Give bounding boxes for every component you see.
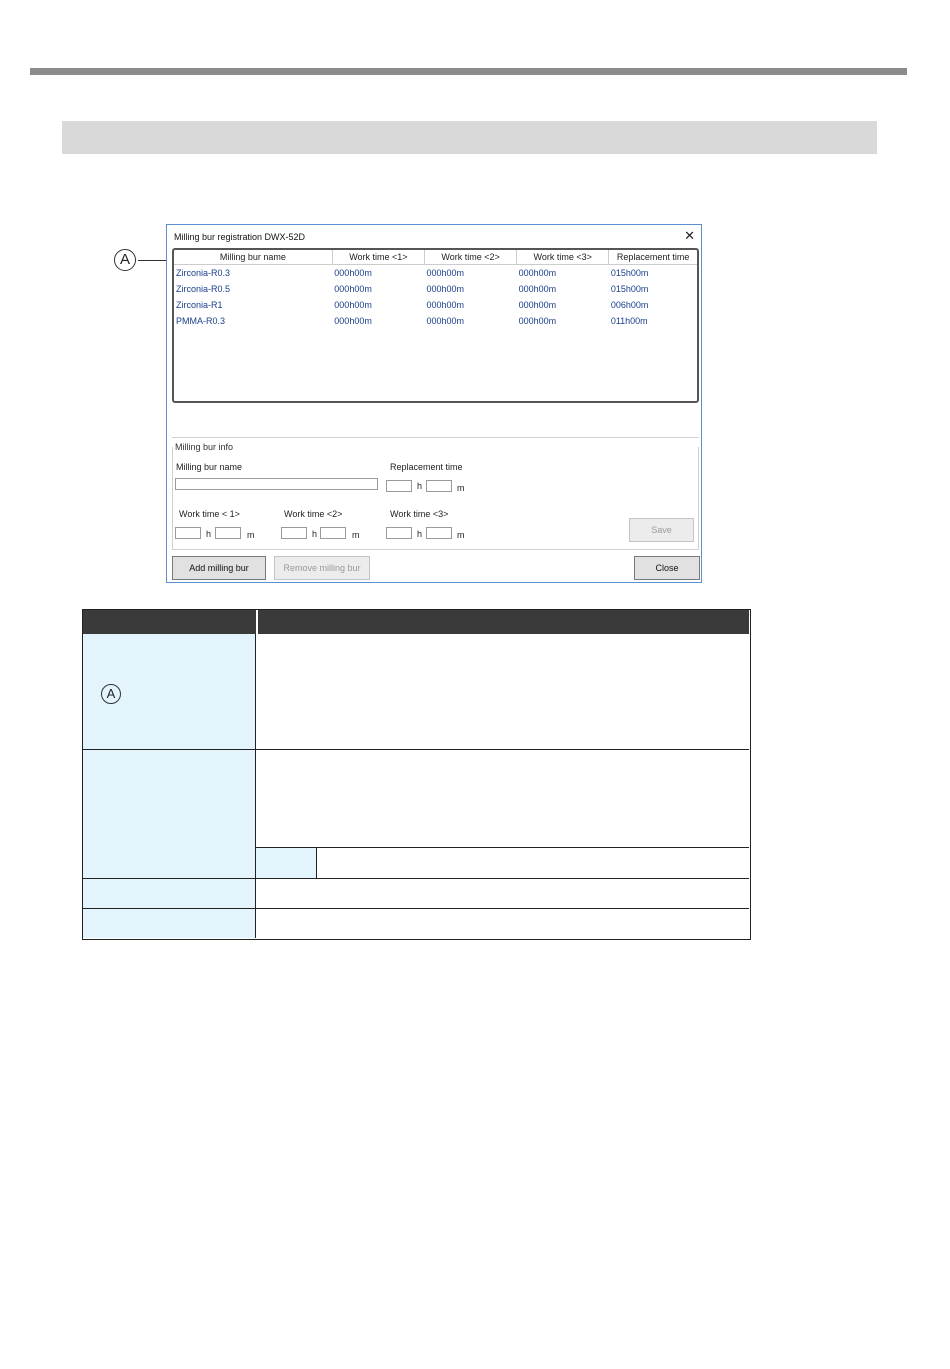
work1-hours-input[interactable] <box>175 527 201 539</box>
callout-a: A <box>114 249 136 271</box>
table-sublabel-cell <box>256 848 317 879</box>
table-label-cell <box>83 879 256 909</box>
list-header-row: Milling bur name Work time <1> Work time… <box>174 250 697 265</box>
work-time-3-label: Work time <3> <box>390 509 449 519</box>
description-table: A <box>82 609 751 940</box>
close-icon[interactable]: ✕ <box>684 228 695 244</box>
bur-name: Zirconia-R0.3 <box>176 268 231 278</box>
bur-name: PMMA-R0.3 <box>176 316 226 326</box>
table-label-cell <box>83 909 256 938</box>
minutes-unit: m <box>457 483 465 493</box>
work1-minutes-input[interactable] <box>215 527 241 539</box>
work-time-3: 000h00m <box>518 284 557 294</box>
bur-table: Milling bur name Work time <1> Work time… <box>174 250 697 329</box>
milling-bur-registration-dialog: Milling bur registration DWX-52D ✕ Milli… <box>166 224 702 583</box>
bur-name: Zirconia-R1 <box>176 300 223 310</box>
work2-hours-input[interactable] <box>281 527 307 539</box>
hours-unit: h <box>312 529 318 539</box>
replacement-time: 015h00m <box>610 268 649 278</box>
milling-bur-list[interactable]: Milling bur name Work time <1> Work time… <box>172 248 699 403</box>
list-item[interactable]: Zirconia-R0.5 000h00m 000h00m 000h00m 01… <box>174 281 697 297</box>
minutes-unit: m <box>352 530 360 540</box>
info-section-title: Milling bur info <box>175 442 234 452</box>
replacement-time: 015h00m <box>610 284 649 294</box>
work-time-1: 000h00m <box>334 316 372 326</box>
bur-name-input[interactable] <box>175 478 378 490</box>
work-time-2-label: Work time <2> <box>284 509 343 519</box>
replacement-hours-input[interactable] <box>386 480 412 492</box>
work-time-3: 000h00m <box>518 316 557 326</box>
hours-unit: h <box>417 529 423 539</box>
hours-unit: h <box>417 481 423 491</box>
work-time-3: 000h00m <box>518 300 557 310</box>
work-time-1: 000h00m <box>334 300 372 310</box>
table-description-cell <box>256 879 749 909</box>
list-item[interactable]: PMMA-R0.3 000h00m 000h00m 000h00m 011h00… <box>174 313 697 329</box>
top-rule <box>30 68 907 75</box>
section-heading-bar <box>62 121 877 154</box>
dialog-title: Milling bur registration DWX-52D <box>174 232 306 242</box>
work2-minutes-input[interactable] <box>320 527 346 539</box>
list-item[interactable]: Zirconia-R1 000h00m 000h00m 000h00m 006h… <box>174 297 697 313</box>
replacement-time-label: Replacement time <box>390 462 463 472</box>
work3-hours-input[interactable] <box>386 527 412 539</box>
work-time-2: 000h00m <box>426 300 464 310</box>
add-milling-bur-button[interactable]: Add milling bur <box>172 556 266 580</box>
table-label-cell <box>83 750 256 879</box>
minutes-unit: m <box>457 530 465 540</box>
column-header-replacement[interactable]: Replacement time <box>608 250 697 265</box>
column-header-work1[interactable]: Work time <1> <box>332 250 425 265</box>
replacement-time: 006h00m <box>610 300 649 310</box>
table-description-cell <box>317 848 749 879</box>
save-button[interactable]: Save <box>629 518 694 542</box>
callout-a: A <box>101 684 121 704</box>
table-header-row <box>83 610 749 634</box>
table-description-cell <box>256 634 749 750</box>
table-description-cell <box>256 750 749 848</box>
bur-name: Zirconia-R0.5 <box>176 284 231 294</box>
column-header-work3[interactable]: Work time <3> <box>516 250 610 265</box>
column-header-work2[interactable]: Work time <2> <box>424 250 518 265</box>
list-item[interactable]: Zirconia-R0.3 000h00m 000h00m 000h00m 01… <box>174 265 697 282</box>
work-time-2: 000h00m <box>426 284 464 294</box>
work-time-3: 000h00m <box>518 268 557 278</box>
work-time-1-label: Work time < 1> <box>179 509 240 519</box>
table-description-cell <box>256 909 749 938</box>
work-time-2: 000h00m <box>426 268 464 278</box>
work-time-2: 000h00m <box>426 316 464 326</box>
close-button[interactable]: Close <box>634 556 700 580</box>
bur-name-label: Milling bur name <box>176 462 243 472</box>
work-time-1: 000h00m <box>334 268 372 278</box>
column-header-name[interactable]: Milling bur name <box>174 250 333 265</box>
work3-minutes-input[interactable] <box>426 527 452 539</box>
work-time-1: 000h00m <box>334 284 372 294</box>
minutes-unit: m <box>247 530 255 540</box>
info-separator <box>172 437 699 438</box>
table-header-divider <box>256 610 258 634</box>
remove-milling-bur-button[interactable]: Remove milling bur <box>274 556 370 580</box>
hours-unit: h <box>206 529 212 539</box>
replacement-time: 011h00m <box>610 316 648 326</box>
replacement-minutes-input[interactable] <box>426 480 452 492</box>
